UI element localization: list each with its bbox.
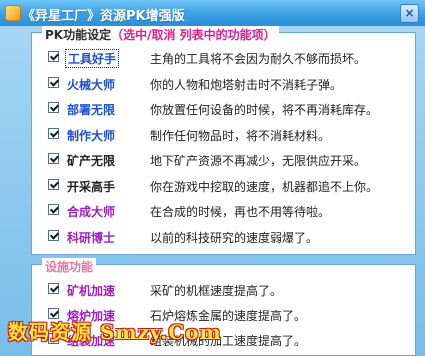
option-description: 你在游戏中挖取的速度，机器都追不上你。 xyxy=(150,179,379,194)
window-title: 《异星工厂》资源PK增强版 xyxy=(22,9,185,24)
option-description: 地下矿产资源不再减少，无限供应开采。 xyxy=(150,154,367,168)
pk-settings-legend: PK功能设定（选中/取消 列表中的功能项） xyxy=(42,26,279,43)
option-name[interactable]: 部署无限 xyxy=(65,101,117,118)
title-bar: 《异星工厂》资源PK增强版 × xyxy=(0,0,425,26)
option-row[interactable]: 开采高手 你在游戏中挖取的速度，机器都追不上你。 xyxy=(32,175,415,197)
option-description: 主角的工具将不会因为耐久不够而损坏。 xyxy=(150,52,367,66)
option-row[interactable]: 工具好手 主角的工具将不会因为耐久不够而损坏。 xyxy=(32,47,415,69)
option-name[interactable]: 矿机加速 xyxy=(65,282,117,299)
option-row[interactable]: 矿机加速 采矿的机框速度提高了。 xyxy=(32,279,415,301)
option-description: 你放置任何设备的时候，将不再消耗库存。 xyxy=(150,103,379,117)
option-checkbox[interactable] xyxy=(48,229,59,241)
option-checkbox[interactable] xyxy=(48,178,59,190)
option-checkbox[interactable] xyxy=(48,153,59,164)
option-checkbox[interactable] xyxy=(48,283,59,294)
option-checkbox[interactable] xyxy=(48,102,59,113)
option-row[interactable]: 科研博士 以前的科技研究的速度弱爆了。 xyxy=(32,226,415,248)
option-name[interactable]: 开采高手 xyxy=(65,178,117,195)
option-description: 以前的科技研究的速度弱爆了。 xyxy=(150,230,319,245)
option-checkbox[interactable] xyxy=(48,76,59,88)
option-checkbox[interactable] xyxy=(48,51,59,62)
option-description: 组装机械的加工速度提高了。 xyxy=(150,334,307,348)
facility-legend: 设施功能 xyxy=(42,258,97,275)
option-description: 在合成的时候，再也不用等待啦。 xyxy=(150,205,331,219)
option-checkbox[interactable] xyxy=(48,204,59,215)
option-row[interactable]: 矿产无限 地下矿产资源不再减少，无限供应开采。 xyxy=(32,149,415,171)
option-name[interactable]: 工具好手 xyxy=(65,49,120,68)
pk-legend-title: PK功能设定 xyxy=(45,28,112,42)
option-name[interactable]: 熔炉加速 xyxy=(65,307,117,324)
option-name[interactable]: 合成大师 xyxy=(65,203,117,220)
option-checkbox[interactable] xyxy=(48,333,59,344)
option-name[interactable]: 组装加速 xyxy=(65,332,117,349)
option-name[interactable]: 矿产无限 xyxy=(65,152,117,169)
option-name[interactable]: 科研博士 xyxy=(65,229,117,246)
option-description: 石炉熔炼金属的速度提高了。 xyxy=(150,309,307,323)
app-icon xyxy=(5,5,21,21)
option-description: 制作任何物品时，将不消耗材料。 xyxy=(150,128,331,143)
option-name[interactable]: 制作大师 xyxy=(65,127,117,144)
option-row[interactable]: 组装加速 组装机械的加工速度提高了。 xyxy=(32,329,415,351)
option-row[interactable]: 制作大师 制作任何物品时，将不消耗材料。 xyxy=(32,124,415,146)
pk-legend-hint: （选中/取消 列表中的功能项） xyxy=(111,28,276,42)
facility-group: 设施功能 矿机加速 采矿的机框速度提高了。熔炉加速 石炉熔炼金属的速度提高了。组装加… xyxy=(31,258,416,356)
pk-settings-group: PK功能设定（选中/取消 列表中的功能项） 工具好手 主角的工具将不会因为耐久不够… xyxy=(31,26,416,255)
option-description: 采矿的机框速度提高了。 xyxy=(150,284,283,298)
option-description: 你的人物和炮塔射击时不消耗子弹。 xyxy=(150,77,343,92)
option-row[interactable]: 部署无限 你放置任何设备的时候，将不再消耗库存。 xyxy=(32,98,415,120)
option-row[interactable]: 合成大师 在合成的时候，再也不用等待啦。 xyxy=(32,200,415,222)
option-checkbox[interactable] xyxy=(48,308,59,319)
option-row[interactable]: 火械大师 你的人物和炮塔射击时不消耗子弹。 xyxy=(32,73,415,95)
option-checkbox[interactable] xyxy=(48,127,59,139)
option-row[interactable]: 熔炉加速 石炉熔炼金属的速度提高了。 xyxy=(32,304,415,326)
option-name[interactable]: 火械大师 xyxy=(65,76,117,93)
close-button[interactable]: × xyxy=(400,4,419,23)
